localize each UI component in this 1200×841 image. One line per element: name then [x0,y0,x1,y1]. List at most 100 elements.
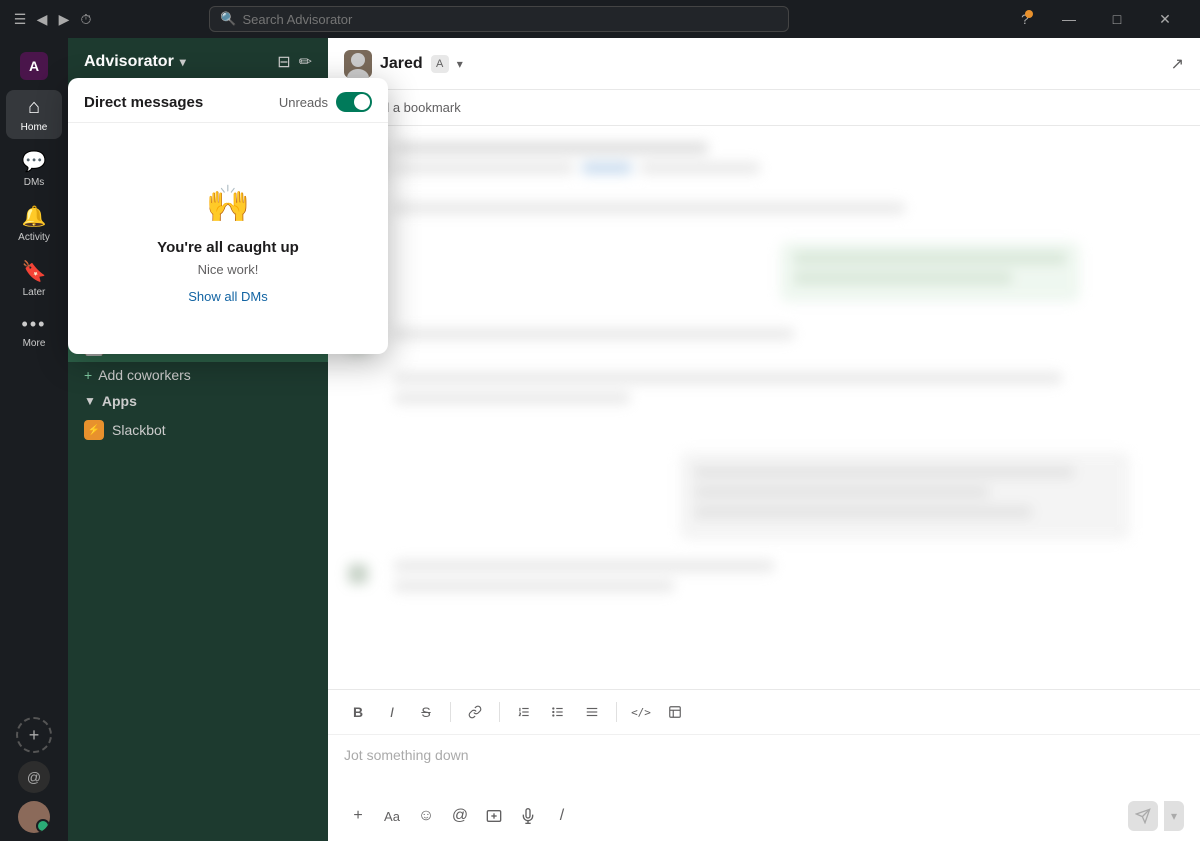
msg-row-2 [394,202,1180,222]
dms-label: DMs [24,177,45,188]
msg-content-7 [394,560,1180,600]
rail-item-activity[interactable]: 🔔 Activity [6,198,62,249]
caught-up-text: You're all caught up [157,239,299,256]
code-btn[interactable]: </> [627,698,655,726]
workspace-name[interactable]: Advisorator ▾ [84,53,186,71]
audio-btn[interactable] [514,802,542,830]
editor-input[interactable]: Jot something down [328,735,1200,795]
msg-row-6 [348,452,1180,540]
msg-content-4 [394,328,1180,348]
titlebar: ☰ ◀ ▶ ⏱ 🔍 ? — □ ✕ [0,0,1200,38]
show-all-dms-link[interactable]: Show all DMs [188,289,267,304]
slash-btn[interactable]: / [548,802,576,830]
rail-item-dms[interactable]: 💬 DMs [6,143,62,194]
msg-content-5 [394,372,1180,412]
workspace-name-text: Advisorator [84,53,174,71]
send-options-btn[interactable]: ▾ [1164,801,1184,831]
msg-content-2 [394,202,1180,222]
menu-icon[interactable]: ☰ [12,11,28,27]
italic-btn[interactable]: I [378,698,406,726]
share-icon[interactable]: ↗ [1171,54,1184,74]
search-icon: 🔍 [220,11,236,27]
main-header-chevron-icon[interactable]: ▾ [457,57,463,71]
emoji-btn[interactable]: ☺ [412,802,440,830]
dm-unreads-toggle-btn[interactable] [336,92,372,112]
activity-label: Activity [18,232,50,243]
code-block-btn[interactable] [661,698,689,726]
bold-btn[interactable]: B [344,698,372,726]
maximize-btn[interactable]: □ [1094,4,1140,34]
apps-section[interactable]: ▼ Apps [68,388,328,414]
dms-icon: 💬 [22,149,47,174]
dm-popup-header: Direct messages Unreads [68,78,388,123]
apps-label: Apps [102,393,137,409]
slackbot-label: Slackbot [112,422,166,438]
home-label: Home [21,122,48,133]
activity-icon: 🔔 [22,204,47,229]
main-header: Jared A ▾ ↗ [328,38,1200,90]
dm-popup-title: Direct messages [84,94,203,111]
msg-content-1 [394,142,1180,182]
rail-bottom: + @ [16,717,52,833]
app-avatar: A [20,52,48,80]
msg-avatar-7 [348,564,368,584]
more-icon: ••• [22,314,47,335]
send-btn[interactable] [1128,801,1158,831]
search-input[interactable] [243,12,779,27]
at-btn[interactable]: @ [18,761,50,793]
text-format-btn[interactable]: Aa [378,802,406,830]
main-header-name: Jared [380,55,423,73]
search-bar[interactable]: 🔍 [209,6,789,32]
main-header-badge: A [431,55,449,73]
toolbar-sep-1 [450,702,451,722]
editor-bottom-left: + Aa ☺ @ / [344,802,576,830]
close-btn[interactable]: ✕ [1142,4,1188,34]
history-btn[interactable]: ⏱ [78,11,94,27]
attachment-btn[interactable] [480,802,508,830]
rail-item-home[interactable]: ⌂ Home [6,90,62,139]
msg-row-1 [348,142,1180,182]
rail-app-avatar[interactable]: A [6,46,62,86]
mention-btn[interactable]: @ [446,802,474,830]
back-btn[interactable]: ◀ [34,11,50,27]
later-label: Later [23,287,46,298]
strikethrough-btn[interactable]: S [412,698,440,726]
forward-btn[interactable]: ▶ [56,11,72,27]
unordered-list-btn[interactable] [544,698,572,726]
rail-item-more[interactable]: ••• More [6,308,62,355]
sidebar-item-slackbot[interactable]: ⚡ Slackbot [68,414,328,446]
msg-row-7 [348,560,1180,600]
titlebar-controls: ☰ ◀ ▶ ⏱ [12,11,94,27]
toolbar-sep-2 [499,702,500,722]
link-btn[interactable] [461,698,489,726]
compose-icon[interactable]: ✏ [299,52,312,72]
main-header-left: Jared A ▾ [344,50,463,78]
indent-btn[interactable] [578,698,606,726]
msg-row-5 [394,372,1180,412]
add-coworkers-item[interactable]: + Add coworkers [68,362,328,388]
dm-popup-body: 🙌 You're all caught up Nice work! Show a… [68,123,388,354]
apps-chevron-icon: ▼ [84,394,96,408]
help-btn[interactable]: ? [1012,6,1038,32]
user-avatar[interactable] [18,801,50,833]
add-coworkers-icon: + [84,367,92,383]
home-icon: ⌂ [28,96,40,119]
titlebar-right: ? [1012,6,1038,32]
ordered-list-btn[interactable] [510,698,538,726]
icon-rail: A ⌂ Home 💬 DMs 🔔 Activity 🔖 Later ••• Mo… [0,38,68,841]
filter-icon[interactable]: ⊟ [277,52,290,72]
add-workspace-btn[interactable]: + [16,717,52,753]
editor-toolbar: B I S </> [328,690,1200,735]
add-coworkers-label: Add coworkers [98,367,191,383]
msg-row-3 [348,242,1180,308]
editor-bottom-right: ▾ [1128,801,1184,831]
main-content: Jared A ▾ ↗ + + Add a bookmark [328,38,1200,841]
plus-btn[interactable]: + [344,802,372,830]
rail-item-later[interactable]: 🔖 Later [6,253,62,304]
later-icon: 🔖 [22,259,47,284]
sidebar-header-icons: ⊟ ✏ [277,52,312,72]
editor-placeholder: Jot something down [344,747,1184,763]
main-header-avatar [344,50,372,78]
messages-area [328,126,1200,689]
minimize-btn[interactable]: — [1046,4,1092,34]
